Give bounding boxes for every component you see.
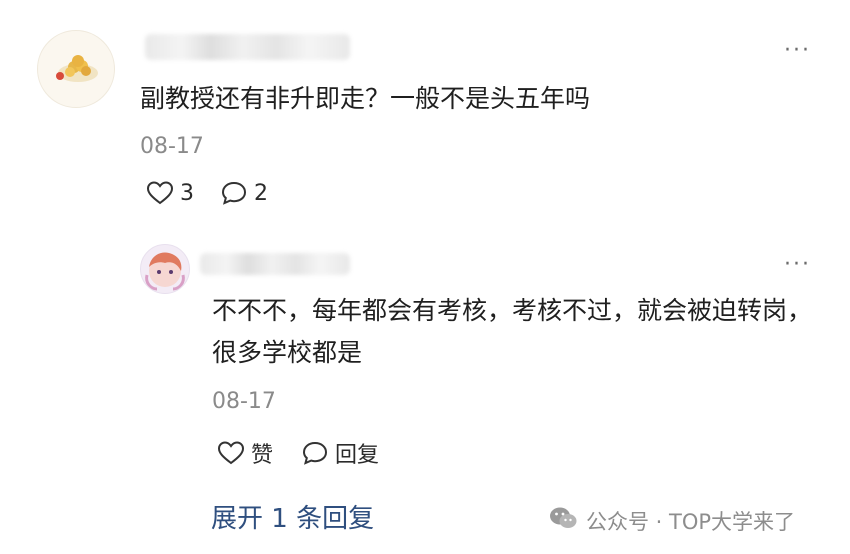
expand-replies-link[interactable]: 展开 1 条回复 <box>211 498 374 535</box>
avatar[interactable] <box>140 244 190 294</box>
like-button[interactable]: 赞 <box>217 437 273 469</box>
comment-bubble-icon <box>301 440 329 466</box>
username-blurred[interactable] <box>200 253 350 275</box>
like-button[interactable]: 3 <box>146 180 194 206</box>
username-blurred[interactable] <box>145 34 350 60</box>
more-options-button[interactable]: ··· <box>784 254 811 276</box>
avatar[interactable] <box>37 30 115 108</box>
wechat-icon <box>548 505 578 536</box>
watermark-text: 公众号 · TOP大学来了 <box>586 509 796 534</box>
like-label: 赞 <box>251 443 274 468</box>
reply-date: 08-17 <box>212 389 276 414</box>
reply-button[interactable]: 回复 <box>301 437 379 469</box>
heart-icon <box>217 440 245 466</box>
comment-text: 副教授还有非升即走？一般不是头五年吗 <box>140 84 591 113</box>
comment-bubble-icon <box>220 180 248 206</box>
reply-text: 不不不，每年都会有考核，考核不过，就会被迫转岗，很多学校都是 <box>212 296 813 367</box>
more-options-button[interactable]: ··· <box>784 40 811 62</box>
comment-date: 08-17 <box>140 134 204 159</box>
reply-label: 回复 <box>335 443 380 468</box>
comment-button[interactable]: 2 <box>220 180 268 206</box>
watermark: 公众号 · TOP大学来了 <box>548 505 795 536</box>
heart-icon <box>146 180 174 206</box>
comment-count: 2 <box>254 180 268 206</box>
like-count: 3 <box>180 180 194 206</box>
